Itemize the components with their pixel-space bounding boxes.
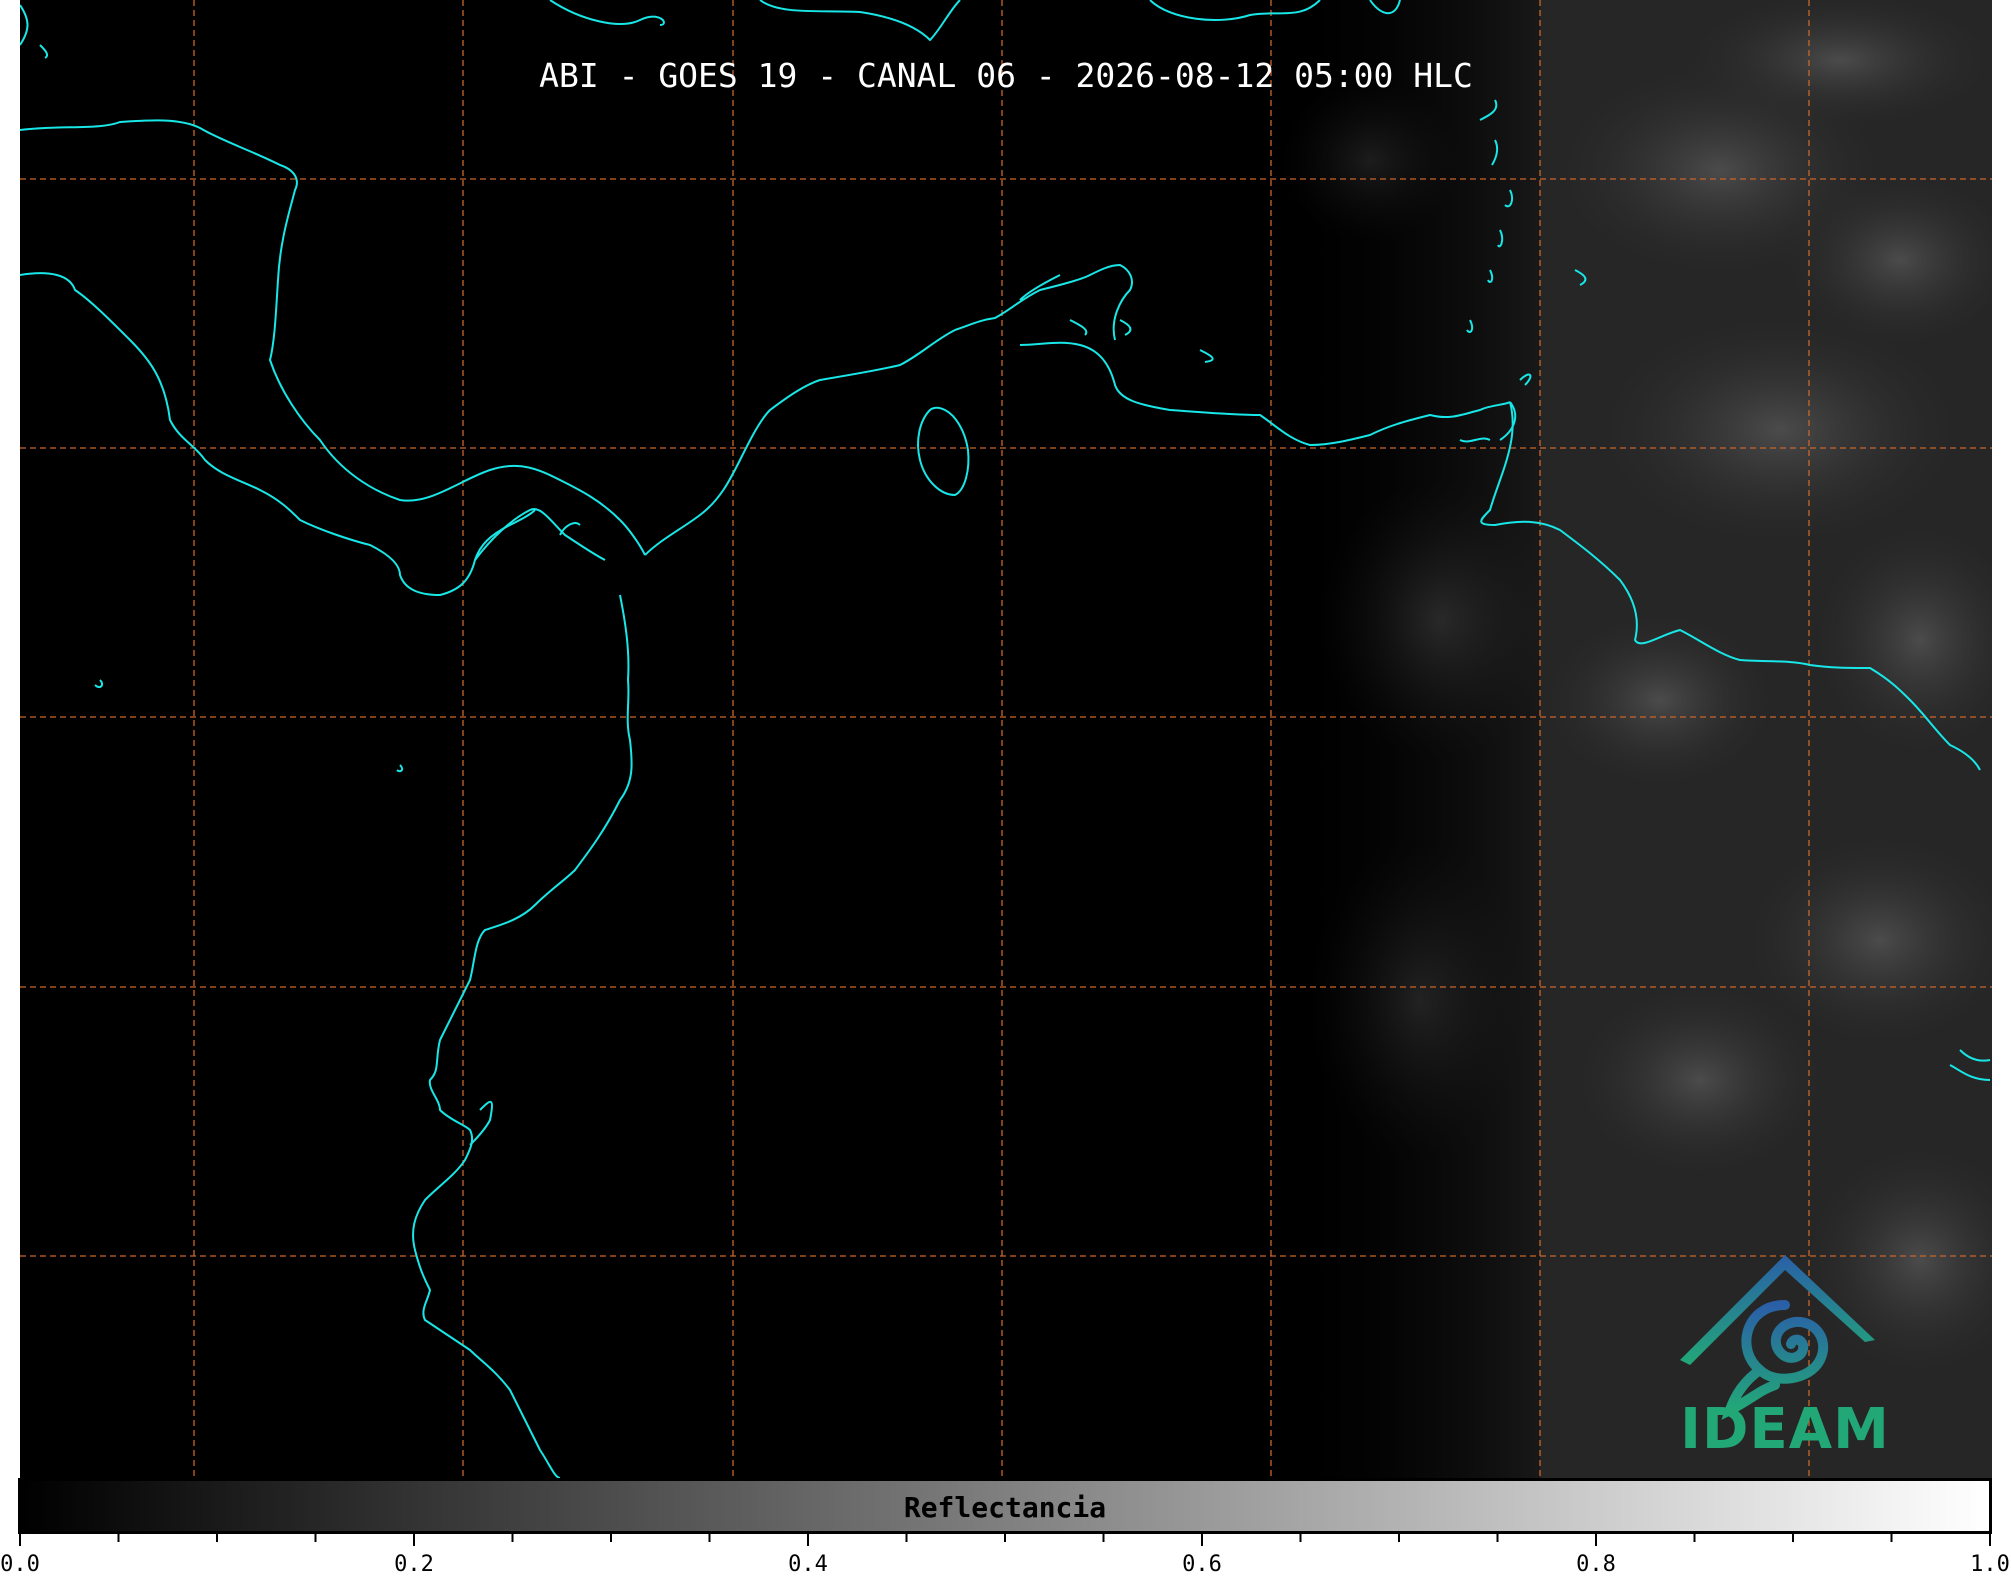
logo-text: IDEAM <box>1680 1397 1890 1462</box>
colorbar-tick-marks <box>19 1534 1991 1546</box>
map-title: ABI - GOES 19 - CANAL 06 - 2026-08-12 05… <box>539 56 1473 95</box>
tick-label-2: 0.4 <box>788 1552 828 1577</box>
colorbar-ticks: 0.0 0.2 0.4 0.6 0.8 1.0 <box>0 1534 2011 1577</box>
colorbar-label: Reflectancia <box>903 1491 1107 1524</box>
ideam-mountain-swirl-icon <box>1680 1255 1875 1420</box>
tick-label-3: 0.6 <box>1182 1552 1222 1577</box>
colorbar: Reflectancia <box>18 1478 1992 1534</box>
tick-label-5: 1.0 <box>1970 1552 2010 1577</box>
tick-label-0: 0.0 <box>0 1552 40 1577</box>
satellite-image-panel: ABI - GOES 19 - CANAL 06 - 2026-08-12 05… <box>20 0 1992 1478</box>
ideam-logo: IDEAM <box>1665 1250 1905 1470</box>
tick-label-1: 0.2 <box>394 1552 434 1577</box>
tick-label-4: 0.8 <box>1576 1552 1616 1577</box>
